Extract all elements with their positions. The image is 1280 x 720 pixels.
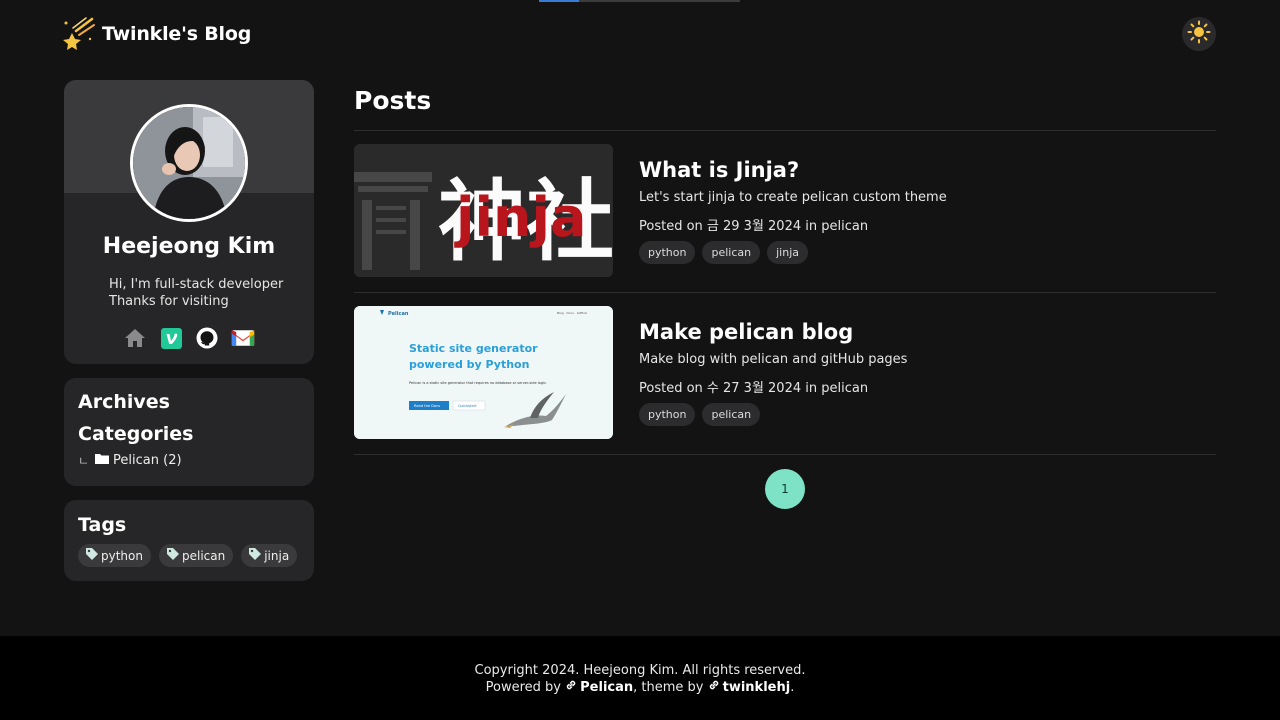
social-links — [64, 326, 314, 350]
thumb-desc: Pelican is a static site generator that … — [409, 381, 547, 385]
site-title: Twinkle's Blog — [102, 23, 252, 45]
avatar — [130, 104, 248, 222]
tag-icon — [249, 548, 262, 563]
thumb-button: Read the Docs — [414, 404, 440, 408]
pelican-link-label: Pelican — [580, 680, 634, 695]
link-icon — [708, 679, 720, 696]
thumb-headline: Static site generator — [409, 342, 538, 355]
post-thumbnail[interactable]: Pelican Blog · Docs · GitHub Static site… — [354, 306, 613, 439]
thumb-overlay-text: jinja — [454, 186, 586, 249]
post-body: Make pelican blog Make blog with pelican… — [639, 306, 907, 440]
link-icon — [565, 679, 577, 696]
github-icon[interactable] — [195, 326, 219, 350]
footer-credits: Powered by Pelican , theme by twinklehj … — [0, 679, 1280, 696]
page-title: Posts — [354, 86, 432, 115]
tag-pill-python[interactable]: python — [78, 544, 151, 567]
divider — [354, 454, 1216, 455]
post-summary: Let's start jinja to create pelican cust… — [639, 190, 947, 205]
thumb-button: Quickstart — [458, 404, 477, 408]
tags-heading: Tags — [78, 514, 127, 536]
archives-card: Archives Categories ㄴ Pelican (2) — [64, 378, 314, 486]
site-footer: Copyright 2024. Heejeong Kim. All rights… — [0, 636, 1280, 720]
profile-card: Heejeong Kim Hi, I'm full-stack develope… — [64, 80, 314, 364]
post-meta: Posted on 수 27 3월 2024 in pelican — [639, 381, 869, 396]
tags-card: Tags python pelican jinja — [64, 500, 314, 581]
tag-list: python pelican jinja — [78, 544, 300, 567]
theme-toggle-button[interactable] — [1182, 17, 1216, 51]
tag-label: pelican — [181, 548, 226, 563]
footer-powered-prefix: Powered by — [485, 680, 561, 695]
categories-heading: Categories — [78, 423, 194, 445]
tree-branch-glyph: ㄴ — [78, 454, 90, 468]
pagination: 1 — [354, 469, 1216, 509]
sidebar: Heejeong Kim Hi, I'm full-stack develope… — [64, 80, 314, 581]
reading-progress-fill — [539, 0, 580, 2]
post-tag-pelican[interactable]: pelican — [702, 241, 761, 264]
post-tag-list: python pelican jinja — [639, 241, 947, 264]
thumb-brand: Pelican — [388, 311, 409, 317]
post-tag-list: python pelican — [639, 403, 907, 426]
post-meta: Posted on 금 29 3월 2024 in pelican — [639, 219, 869, 234]
archives-heading[interactable]: Archives — [78, 390, 300, 414]
post-tag-python[interactable]: python — [639, 241, 696, 264]
post-thumbnail[interactable]: 神社 jinja — [354, 144, 613, 277]
post-summary: Make blog with pelican and gitHub pages — [639, 352, 908, 367]
tag-label: jinja — [264, 548, 290, 563]
footer-theme-prefix: , theme by — [633, 680, 704, 695]
post-title-link[interactable]: Make pelican blog — [639, 320, 907, 344]
post-tag-pelican[interactable]: pelican — [702, 403, 761, 426]
tag-icon — [166, 548, 179, 563]
reading-progress-bar — [539, 0, 740, 2]
category-label: Pelican (2) — [113, 453, 182, 468]
sun-icon — [1187, 20, 1211, 48]
tag-pill-pelican[interactable]: pelican — [158, 544, 234, 567]
thumb-headline: powered by Python — [409, 358, 529, 371]
shooting-star-icon — [62, 17, 96, 51]
page-button-current[interactable]: 1 — [765, 469, 805, 509]
post-title-link[interactable]: What is Jinja? — [639, 158, 947, 182]
thumb-nav: Blog · Docs · GitHub — [557, 311, 587, 315]
folder-icon — [95, 453, 110, 468]
post-tag-python[interactable]: python — [639, 403, 696, 426]
post-item: 神社 jinja What is Jinja? Let's start jinj… — [354, 131, 1216, 292]
profile-name: Heejeong Kim — [102, 234, 276, 259]
pelican-link[interactable]: Pelican — [565, 679, 633, 696]
category-item-pelican[interactable]: ㄴ Pelican (2) — [78, 452, 300, 469]
footer-copyright: Copyright 2024. Heejeong Kim. All rights… — [474, 663, 806, 678]
footer-suffix: . — [790, 680, 795, 695]
velog-icon[interactable] — [159, 326, 183, 350]
post-body: What is Jinja? Let's start jinja to crea… — [639, 144, 947, 278]
profile-bio-line: Hi, I'm full-stack developer — [109, 277, 284, 292]
site-header: Twinkle's Blog — [62, 14, 1216, 54]
theme-author-link[interactable]: twinklehj — [708, 679, 791, 696]
tag-pill-jinja[interactable]: jinja — [241, 544, 298, 567]
tag-icon — [86, 548, 98, 563]
profile-bio: Hi, I'm full-stack developer Thanks for … — [109, 276, 283, 310]
profile-bio-line: Thanks for visiting — [109, 294, 229, 309]
site-brand-link[interactable]: Twinkle's Blog — [62, 17, 251, 51]
main-content: Posts 神社 jinja What is Jinja? Let's star… — [354, 80, 1216, 509]
post-item: Pelican Blog · Docs · GitHub Static site… — [354, 293, 1216, 454]
tag-label: python — [101, 548, 143, 563]
gmail-icon[interactable] — [231, 326, 255, 350]
home-icon[interactable] — [123, 326, 147, 350]
post-tag-jinja[interactable]: jinja — [767, 241, 808, 264]
theme-author-label: twinklehj — [722, 680, 791, 695]
